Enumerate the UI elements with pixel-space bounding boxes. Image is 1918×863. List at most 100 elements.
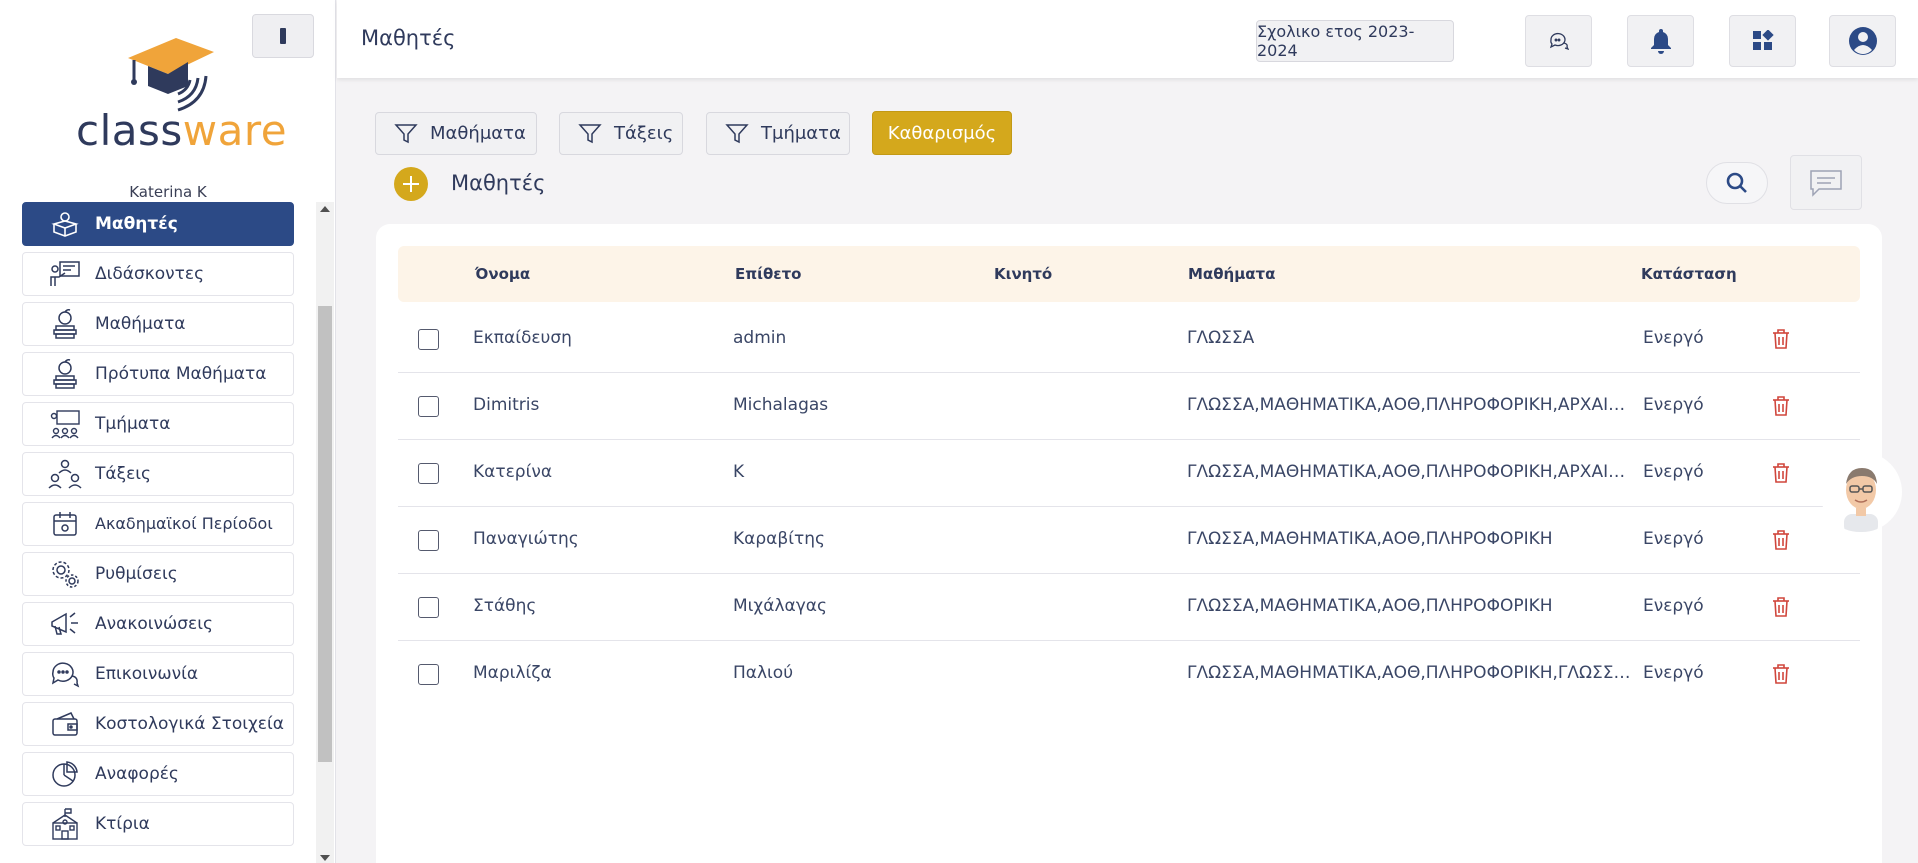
list-title: Μαθητές [451,171,546,195]
gears-icon [45,558,85,590]
sidebar-item-announcements[interactable]: Ανακοινώσεις [22,602,294,646]
cell-status: Ενεργό [1643,663,1704,683]
table-row[interactable]: Εκπαίδευση admin ΓΛΩΣΣΑ Ενεργό [398,306,1860,373]
table-row[interactable]: Παναγιώτης Καραβίτης ΓΛΩΣΣΑ,ΜΑΘΗΜΑΤΙΚΑ,Α… [398,507,1860,574]
sidebar-item-courses[interactable]: Μαθήματα [22,302,294,346]
sidebar-item-settings[interactable]: Ρυθμίσεις [22,552,294,596]
sidebar-item-teachers[interactable]: Διδάσκοντες [22,252,294,296]
column-status[interactable]: Κατάσταση [1641,265,1737,283]
cell-last-name: admin [733,328,787,348]
cell-status: Ενεργό [1643,395,1704,415]
filter-grades-button[interactable]: Τάξεις [559,112,683,155]
notifications-button[interactable] [1627,15,1694,67]
add-student-button[interactable] [394,167,428,201]
wallet-card-icon [45,708,85,740]
row-checkbox[interactable] [418,329,439,350]
search-button[interactable] [1706,162,1768,204]
user-name: Katerina K [129,183,207,201]
chat-bubbles-icon [45,658,85,690]
user-account-button[interactable] [1829,15,1896,67]
table-row[interactable]: Dimitris Michalagas ΓΛΩΣΣΑ,ΜΑΘΗΜΑΤΙΚΑ,ΑΟ… [398,373,1860,440]
cell-last-name: Κ [733,462,745,482]
apple-books-icon [45,308,85,340]
delete-trash-icon[interactable] [1772,462,1790,484]
cell-first-name: Εκπαίδευση [473,328,572,348]
scroll-down-arrow-icon[interactable] [320,855,330,861]
assistant-avatar-icon [1844,468,1878,532]
delete-trash-icon[interactable] [1772,529,1790,551]
table-row[interactable]: Στάθης Μιχάλαγας ΓΛΩΣΣΑ,ΜΑΘΗΜΑΤΙΚΑ,ΑΟΘ,Π… [398,574,1860,641]
column-mobile[interactable]: Κινητό [994,265,1052,283]
assistant-avatar-button[interactable] [1820,452,1902,532]
delete-trash-icon[interactable] [1772,663,1790,685]
filter-sections-button[interactable]: Τμήματα [706,112,850,155]
search-icon [1726,172,1747,193]
sidebar-item-communication[interactable]: Επικοινωνία [22,652,294,696]
row-checkbox[interactable] [418,597,439,618]
sidebar-item-label: Ανακοινώσεις [95,614,213,634]
delete-trash-icon[interactable] [1772,328,1790,350]
column-last-name[interactable]: Επίθετο [735,265,802,283]
row-checkbox[interactable] [418,664,439,685]
table-row[interactable]: Κατερίνα Κ ΓΛΩΣΣΑ,ΜΑΘΗΜΑΤΙΚΑ,ΑΟΘ,ΠΛΗΡΟΦΟ… [398,440,1860,507]
hierarchy-people-icon [45,458,85,490]
sidebar-item-label: Κτίρια [95,814,150,834]
row-checkbox[interactable] [418,396,439,417]
scrollbar-thumb[interactable] [318,306,332,762]
filter-courses-button[interactable]: Μαθήματα [375,112,537,155]
sidebar-item-course-templates[interactable]: Πρότυπα Μαθήματα [22,352,294,396]
cell-courses: ΓΛΩΣΣΑ,ΜΑΘΗΜΑΤΙΚΑ,ΑΟΘ,ΠΛΗΡΟΦΟΡΙΚΗ [1187,596,1553,616]
chat-icon [1549,32,1569,50]
sidebar-item-label: Τάξεις [95,464,151,484]
cell-last-name: Καραβίτης [733,529,825,549]
bell-icon [1650,29,1671,54]
sidebar-item-buildings[interactable]: Κτίρια [22,802,294,846]
cell-last-name: Μιχάλαγας [733,596,827,616]
filter-label: Μαθήματα [430,123,526,144]
sidebar-scrollbar[interactable] [316,202,334,863]
cell-first-name: Μαριλίζα [473,663,552,683]
cell-last-name: Παλιού [733,663,794,683]
column-first-name[interactable]: Όνομα [475,265,530,283]
sidebar-item-reports[interactable]: Αναφορές [22,752,294,796]
sidebar-item-grades[interactable]: Τάξεις [22,452,294,496]
cell-first-name: Παναγιώτης [473,529,579,549]
school-year-button[interactable]: Σχολικο ετος 2023-2024 [1256,20,1454,62]
cell-status: Ενεργό [1643,529,1704,549]
delete-trash-icon[interactable] [1772,596,1790,618]
row-checkbox[interactable] [418,463,439,484]
cell-status: Ενεργό [1643,328,1704,348]
cell-courses: ΓΛΩΣΣΑ [1187,328,1255,348]
sidebar-item-label: Μαθήματα [95,314,186,334]
cell-courses: ΓΛΩΣΣΑ,ΜΑΘΗΜΑΤΙΚΑ,ΑΟΘ,ΠΛΗΡΟΦΟΡΙΚΗ [1187,529,1553,549]
sidebar-nav: Μαθητές Διδάσκοντες Μαθήματα Πρότυπα Μαθ… [22,202,294,852]
table-header: Όνομα Επίθετο Κινητό Μαθήματα Κατάσταση [398,246,1860,302]
chat-button[interactable] [1525,15,1592,67]
apps-grid-icon [1752,30,1774,50]
cell-courses: ΓΛΩΣΣΑ,ΜΑΘΗΜΑΤΙΚΑ,ΑΟΘ,ΠΛΗΡΟΦΟΡΙΚΗ,ΑΡΧΑΙΑ… [1187,395,1633,415]
sidebar-item-label: Διδάσκοντες [95,264,205,284]
cell-status: Ενεργό [1643,596,1704,616]
sidebar-item-label: Αναφορές [95,764,179,784]
funnel-icon [578,123,602,143]
sidebar-item-cost-details[interactable]: Κοστολογικά Στοιχεία [22,702,294,746]
students-table: Όνομα Επίθετο Κινητό Μαθήματα Κατάσταση … [376,224,1882,863]
page-title: Μαθητές [361,26,456,50]
sidebar-item-academic-periods[interactable]: Ακαδημαϊκοί Περίοδοι [22,502,294,546]
calendar-icon [45,508,85,540]
scroll-up-arrow-icon[interactable] [320,206,330,212]
table-row[interactable]: Μαριλίζα Παλιού ΓΛΩΣΣΑ,ΜΑΘΗΜΑΤΙΚΑ,ΑΟΘ,ΠΛ… [398,641,1860,708]
sidebar-item-label: Τμήματα [95,414,171,434]
row-checkbox[interactable] [418,530,439,551]
apps-button[interactable] [1729,15,1796,67]
clear-filters-button[interactable]: Καθαρισμός [872,111,1012,155]
column-courses[interactable]: Μαθήματα [1188,265,1275,283]
logo-text-ware: ware [182,106,288,155]
filter-label: Τμήματα [761,123,841,144]
sidebar-item-sections[interactable]: Τμήματα [22,402,294,446]
delete-trash-icon[interactable] [1772,395,1790,417]
pie-chart-icon [45,758,85,790]
sidebar-item-students[interactable]: Μαθητές [22,202,294,246]
cell-courses: ΓΛΩΣΣΑ,ΜΑΘΗΜΑΤΙΚΑ,ΑΟΘ,ΠΛΗΡΟΦΟΡΙΚΗ,ΓΛΩΣΣΑ… [1187,663,1633,683]
comment-button[interactable] [1790,155,1862,210]
